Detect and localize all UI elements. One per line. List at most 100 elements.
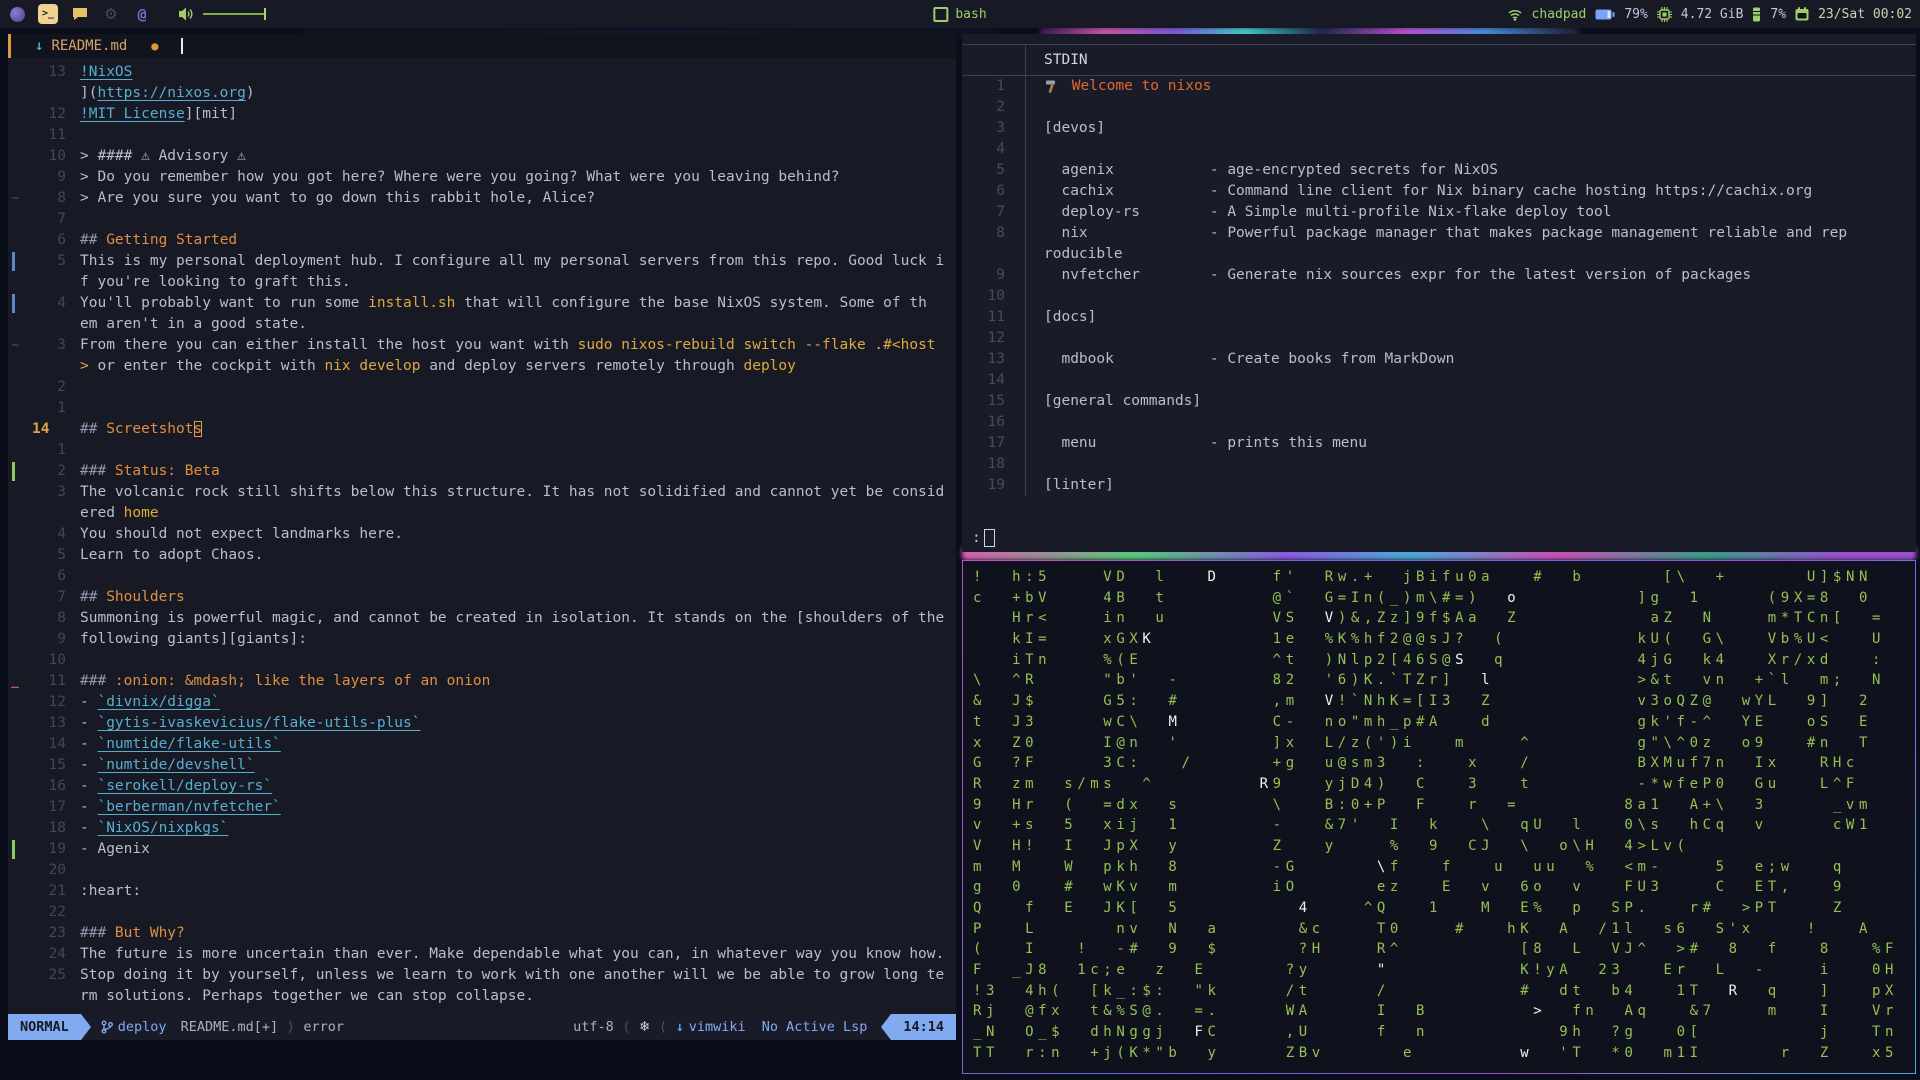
- line-number: 6: [962, 181, 1026, 202]
- pager-command-prompt[interactable]: :: [972, 529, 995, 547]
- line-number: 25: [48, 967, 66, 983]
- wiki-link[interactable]: `NixOS/nixpkgs`: [97, 820, 228, 836]
- text-segment: [general commands]: [1044, 393, 1202, 409]
- line-text: Summoning is powerful magic, and cannot …: [80, 608, 944, 629]
- editor-line: 21:heart:: [8, 881, 956, 902]
- text-segment: > #### ⚠ Advisory ⚠: [80, 148, 246, 164]
- gutter-sign: [8, 209, 22, 230]
- editor-line: ](https://nixos.org): [8, 83, 956, 104]
- matrix-rain-row: ( I ! -# 9 $ ?H R^ [8 L VJ^ ># 8 f 8 %F: [973, 941, 1899, 958]
- gutter-sign: [8, 965, 22, 986]
- focused-window-label: bash: [955, 6, 987, 22]
- text-segment: [linter]: [1044, 477, 1114, 493]
- settings-workspace-icon[interactable]: ⚙: [102, 5, 120, 23]
- modified-dot-icon: ●: [151, 39, 159, 53]
- pager-title-row: STDIN: [962, 45, 1916, 75]
- line-number: 13: [48, 715, 66, 731]
- line-number: 22: [48, 904, 66, 920]
- volume-slider-handle[interactable]: [264, 8, 266, 20]
- line-number: [22, 272, 80, 293]
- gutter-sign: [8, 356, 22, 377]
- matrix-rain-row: Hr< in u VS V)&,Zz]9f$Aa Z aZ N m*TCn[ =: [973, 610, 1886, 627]
- prompt-colon: :: [972, 530, 981, 546]
- workspace-switcher: >_ ⚙ @: [0, 4, 266, 24]
- text-segment: The volcanic rock still shifts below thi…: [80, 484, 945, 500]
- editor-line: f you're looking to graft this.: [8, 272, 956, 293]
- powerline-separator: [80, 1014, 91, 1040]
- wiki-link[interactable]: `serokell/deploy-rs`: [97, 778, 272, 794]
- gutter-sign: [8, 104, 22, 125]
- line-number: 11: [48, 127, 66, 143]
- editor-line: 4 You'll probably want to run some instal…: [8, 293, 956, 314]
- editor-filename[interactable]: README.md: [51, 38, 127, 54]
- editor-line: rm solutions. Perhaps together we can st…: [8, 986, 956, 1007]
- pager-line: 19 [linter]: [962, 475, 1916, 496]
- speaker-icon: [179, 7, 193, 21]
- chevron-left-icon: ⟨: [660, 1019, 666, 1035]
- wiki-link[interactable]: `divnix/digga`: [97, 694, 219, 710]
- gutter-sign: [8, 545, 22, 566]
- gutter-sign: [8, 629, 22, 650]
- line-number: 10: [48, 148, 66, 164]
- line-text: ### But Why?: [80, 923, 185, 944]
- editor-line: 2: [8, 377, 956, 398]
- text-segment: ): [245, 85, 255, 101]
- editor-line: 13- `gytis-ivaskevicius/flake-utils-plus…: [8, 713, 956, 734]
- editor-buffer[interactable]: 13 !NixOS ](https://nixos.org) 1 2 !MIT Licen…: [8, 58, 956, 1014]
- line-text: > or enter the cockpit with nix develop …: [80, 356, 796, 377]
- neovim-editor-window[interactable]: ↓ README.md ● 13 !NixOS](https://nixos.or…: [8, 34, 956, 1040]
- gutter-sign: [8, 776, 22, 797]
- text-segment: You'll probably want to run some: [80, 295, 369, 311]
- wiki-link[interactable]: !MIT License: [80, 106, 185, 122]
- mail-workspace-icon[interactable]: @: [133, 5, 151, 23]
- line-number: 7: [57, 211, 66, 227]
- line-number: 12: [962, 328, 1026, 349]
- line-text: Welcome to nixos: [1026, 76, 1211, 97]
- firefox-workspace-icon[interactable]: [10, 6, 25, 22]
- cmatrix-terminal-window[interactable]: ! h:5 VD l D f' Rw.+ jBifu0a # b [\ + U]…: [962, 560, 1916, 1074]
- chat-workspace-icon[interactable]: [71, 5, 89, 23]
- line-number: 4: [57, 295, 66, 311]
- line-text: - `berberman/nvfetcher`: [80, 797, 281, 818]
- line-text: ### Status: Beta: [80, 461, 220, 482]
- volume-slider[interactable]: [203, 8, 266, 20]
- editor-line: 4 You should not expect landmarks here.: [8, 524, 956, 545]
- line-number: 1: [57, 400, 66, 416]
- pager-line: 18: [962, 454, 1916, 475]
- gutter-sign: [8, 251, 22, 272]
- text-segment: and deploy servers remotely through: [420, 358, 744, 374]
- terminal-workspace-icon-active[interactable]: >_: [38, 4, 58, 24]
- wiki-link[interactable]: https://nixos.org: [97, 85, 245, 101]
- line-text: nvfetcher - Generate nix sources expr fo…: [1026, 265, 1751, 286]
- pager-line: 9 nvfetcher - Generate nix sources expr …: [962, 265, 1916, 286]
- text-segment: ](: [80, 85, 98, 101]
- wiki-link[interactable]: `berberman/nvfetcher`: [97, 799, 280, 815]
- text-segment: deploy-rs - A Simple multi-profile Nix-f…: [1044, 204, 1612, 220]
- wiki-link[interactable]: `gytis-ivaskevicius/flake-utils-plus`: [97, 715, 420, 731]
- wiki-link[interactable]: `numtide/devshell`: [97, 757, 254, 773]
- wiki-link[interactable]: `numtide/flake-utils`: [97, 736, 280, 752]
- desktop-wallpaper: >_ ⚙ @ bash chadpad 79% 4.72 GiB 7% 23/S…: [0, 0, 1920, 1080]
- line-number: 6: [57, 568, 66, 584]
- text-segment: agenix - age-encrypted secrets for NixOS: [1044, 162, 1498, 178]
- line-text: cachix - Command line client for Nix bin…: [1026, 181, 1812, 202]
- editor-line: 16- `serokell/deploy-rs`: [8, 776, 956, 797]
- line-number: 15: [48, 757, 66, 773]
- pager-terminal-window[interactable]: STDIN 1 Welcome to nixos 2 3 [devos] 4 5 agen…: [962, 34, 1916, 552]
- pager-line: 6 cachix - Command line client for Nix b…: [962, 181, 1916, 202]
- pager-line: 17 menu - prints this menu: [962, 433, 1916, 454]
- line-number: 6: [57, 232, 66, 248]
- line-text: This is my personal deployment hub. I co…: [80, 251, 944, 272]
- text-segment: nix develop: [324, 358, 421, 374]
- line-number: 17: [962, 433, 1026, 454]
- pager-gutter: [962, 45, 1026, 75]
- wiki-link[interactable]: !NixOS: [80, 64, 132, 80]
- line-number: 18: [962, 454, 1026, 475]
- line-number: 9: [57, 169, 66, 185]
- text-segment: > Do you remember how you got here? Wher…: [80, 169, 840, 185]
- volume-control[interactable]: [178, 6, 266, 22]
- matrix-rain-row: _N O_$ dhNggj FC ,U f n 9h ?g 0[ j Tn: [973, 1024, 1899, 1041]
- editor-line: 14 ## Screetshots: [8, 419, 956, 440]
- gutter-sign: [8, 692, 22, 713]
- pager-line: 4: [962, 139, 1916, 160]
